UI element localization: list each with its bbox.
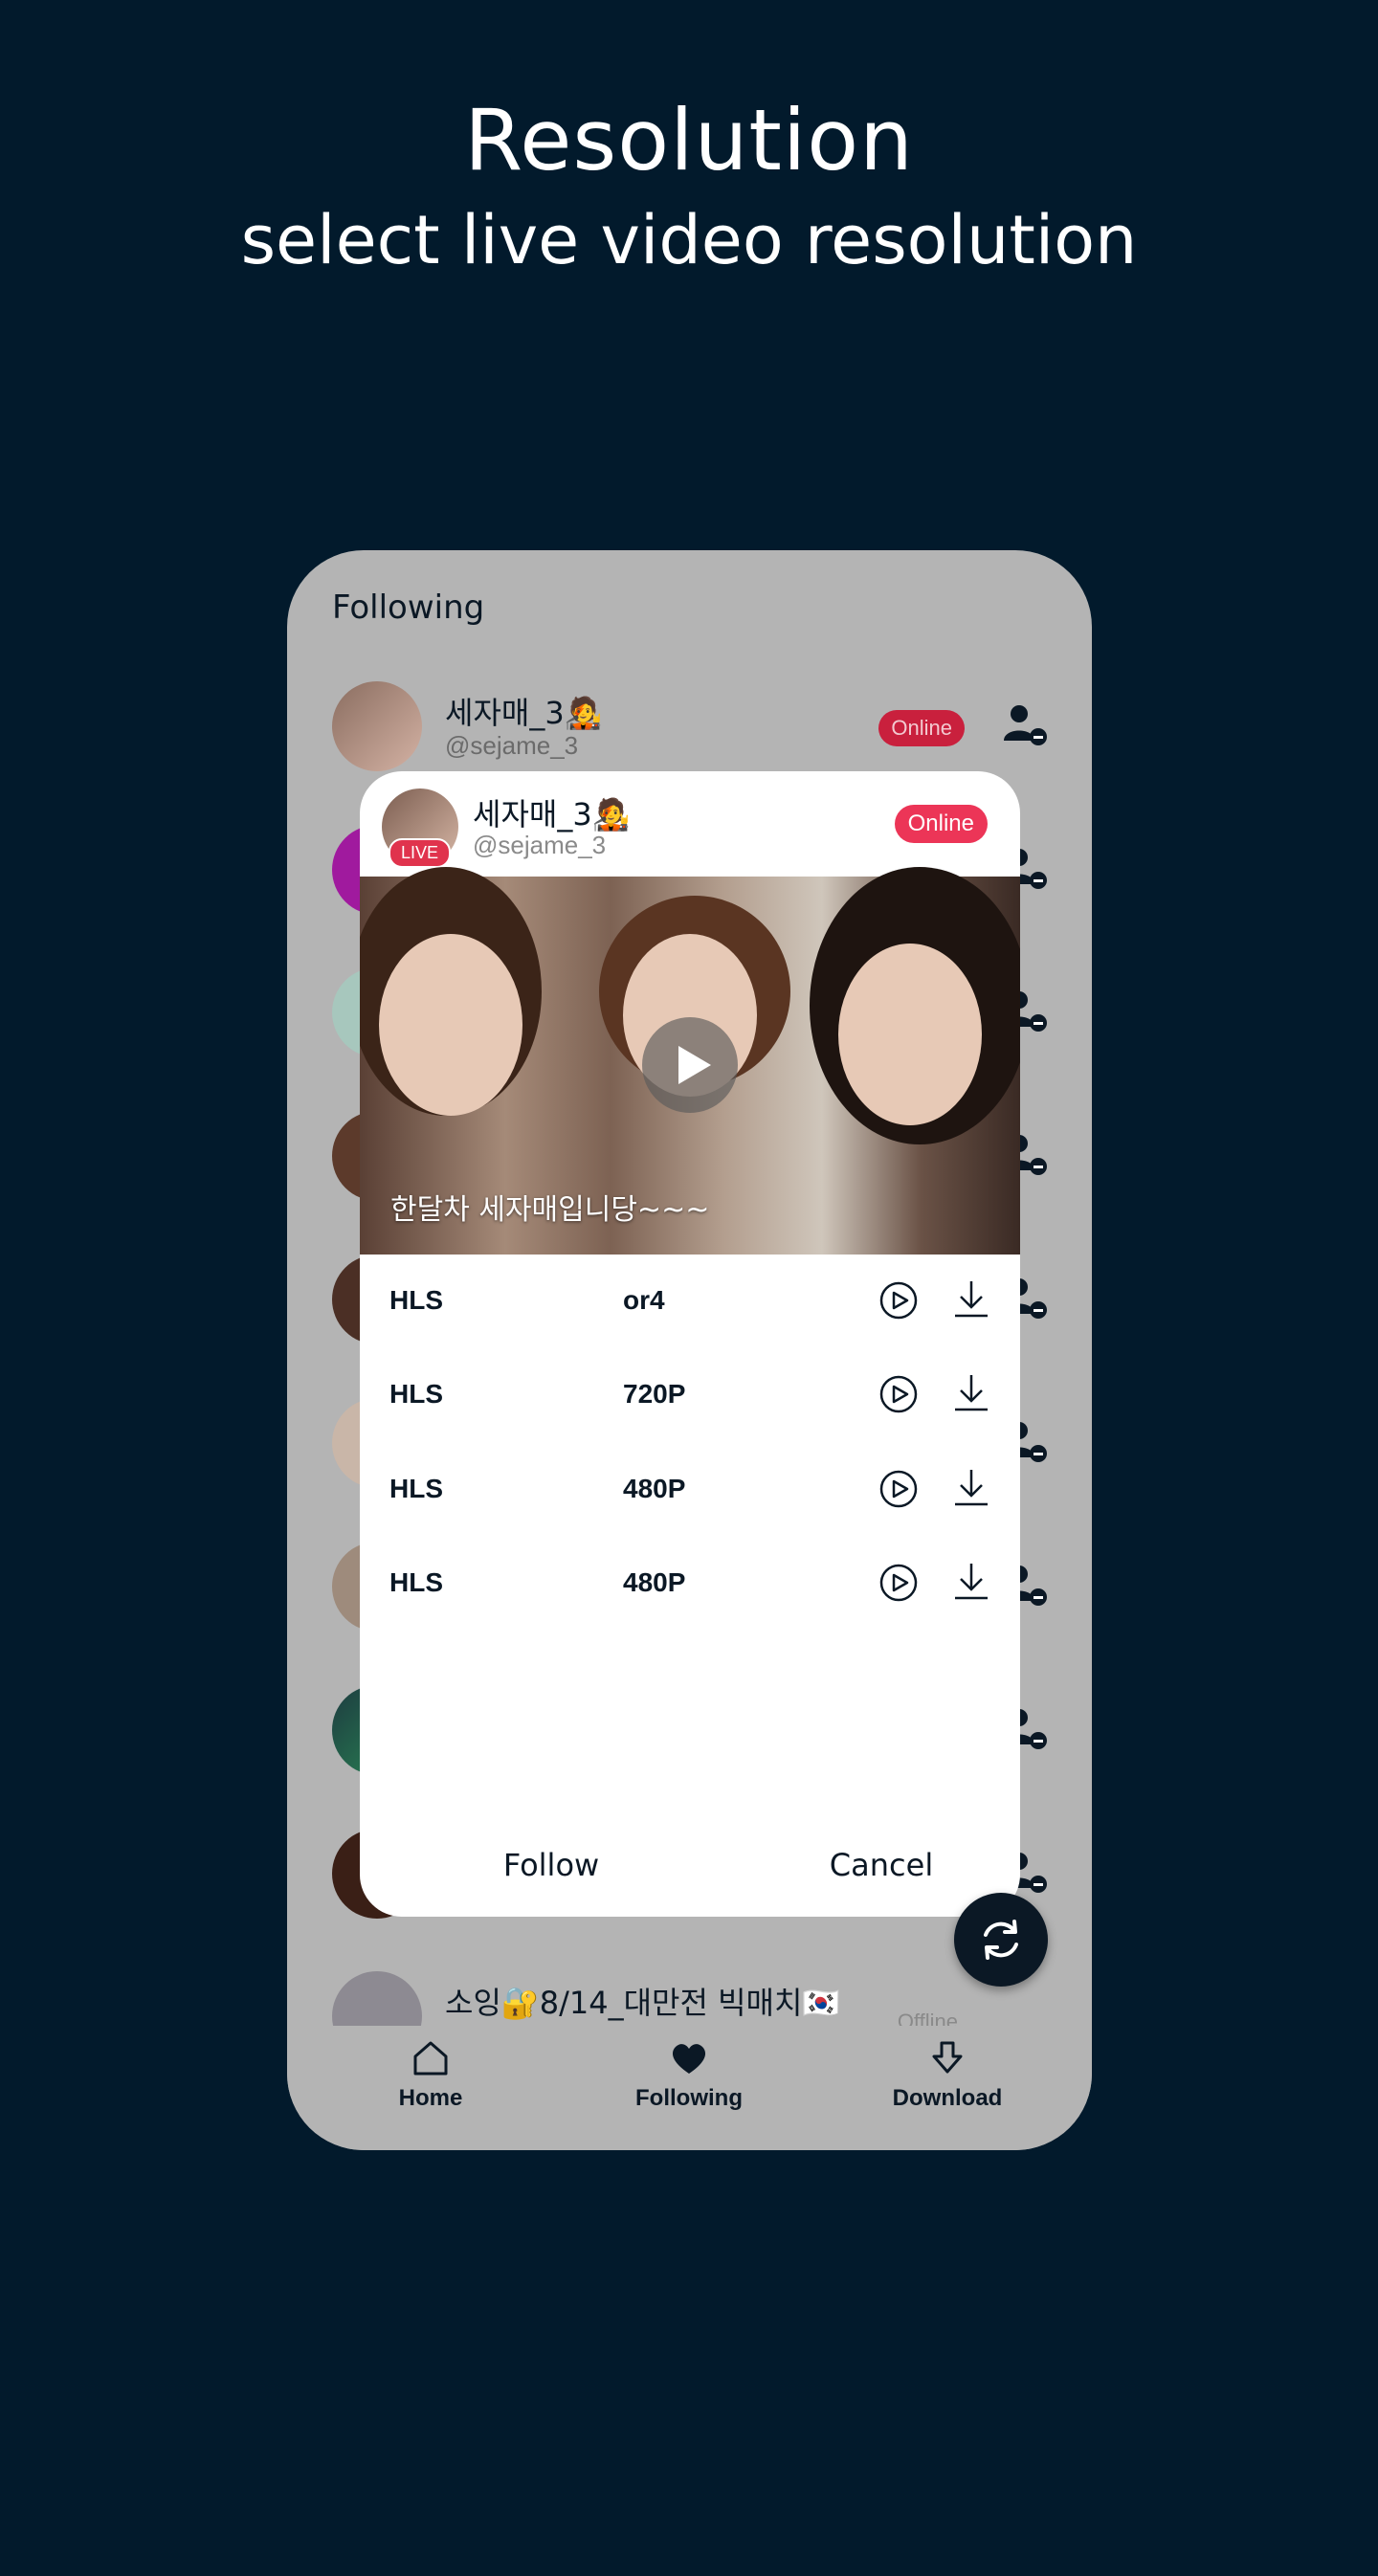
play-circle-icon[interactable] (878, 1373, 920, 1415)
play-circle-icon[interactable] (878, 1562, 920, 1604)
play-icon (678, 1046, 711, 1084)
heart-icon (672, 2044, 706, 2074)
refresh-icon (984, 1920, 1018, 1960)
status-badge: Online (894, 805, 988, 843)
bottom-navigation: Home Following Download (287, 2026, 1092, 2150)
download-icon[interactable] (951, 1560, 991, 1602)
nav-following-label: Following (635, 2085, 743, 2111)
avatar (332, 1971, 422, 2029)
home-icon (413, 2041, 448, 2076)
video-figure (838, 944, 982, 1125)
video-caption: 한달차 세자매입니당~~~ (390, 1193, 710, 1227)
resolution-protocol: HLS (389, 1285, 443, 1315)
user-handle: @sejame_3 (445, 731, 579, 760)
resolution-quality: 720P (623, 1379, 686, 1409)
resolution-protocol: HLS (389, 1567, 443, 1597)
dialog-user-name: 세자매_3🧑‍🎤 (473, 796, 631, 833)
nav-home[interactable]: Home (335, 2037, 526, 2112)
resolution-row[interactable]: HLS or4 (360, 1255, 1020, 1348)
nav-download-label: Download (892, 2085, 1003, 2111)
promo-title: Resolution (464, 91, 914, 189)
resolution-row[interactable]: HLS 720P (360, 1348, 1020, 1442)
follow-button[interactable]: Follow (456, 1847, 647, 1883)
resolution-protocol: HLS (389, 1474, 443, 1503)
avatar (332, 681, 422, 771)
play-circle-icon[interactable] (878, 1279, 920, 1321)
nav-following[interactable]: Following (593, 2037, 785, 2112)
user-name: 소잉🔐8/14_대만전 빅매치🇰🇷 (445, 1985, 841, 2021)
user-name: 세자매_3🧑‍🎤 (445, 695, 603, 731)
dialog-user-handle: @sejame_3 (473, 831, 607, 859)
resolution-protocol: HLS (389, 1379, 443, 1409)
play-circle-icon[interactable] (878, 1468, 920, 1510)
unfollow-icon[interactable] (1002, 702, 1048, 748)
resolution-row[interactable]: HLS 480P (360, 1537, 1020, 1631)
resolution-quality: 480P (623, 1567, 686, 1597)
status-badge: Online (878, 710, 965, 746)
nav-download[interactable]: Download (852, 2037, 1043, 2112)
download-icon[interactable] (951, 1466, 991, 1508)
resolution-quality: 480P (623, 1474, 686, 1503)
nav-home-label: Home (398, 2085, 463, 2111)
refresh-button[interactable] (954, 1893, 1048, 1987)
page-title: Following (332, 588, 485, 627)
cancel-button[interactable]: Cancel (786, 1847, 977, 1883)
resolution-quality: or4 (623, 1285, 665, 1315)
resolution-row[interactable]: HLS 480P (360, 1443, 1020, 1537)
play-button[interactable] (642, 1017, 738, 1113)
download-icon (932, 2041, 963, 2074)
download-icon[interactable] (951, 1277, 991, 1320)
video-preview[interactable]: 한달차 세자매입니당~~~ (360, 867, 1020, 1255)
resolution-dialog: LIVE 세자매_3🧑‍🎤 @sejame_3 Online 한달차 세자매입니… (360, 771, 1020, 1917)
live-badge: LIVE (389, 838, 452, 868)
download-icon[interactable] (951, 1371, 991, 1413)
video-figure (379, 934, 522, 1116)
promo-subtitle: select live video resolution (240, 201, 1138, 279)
